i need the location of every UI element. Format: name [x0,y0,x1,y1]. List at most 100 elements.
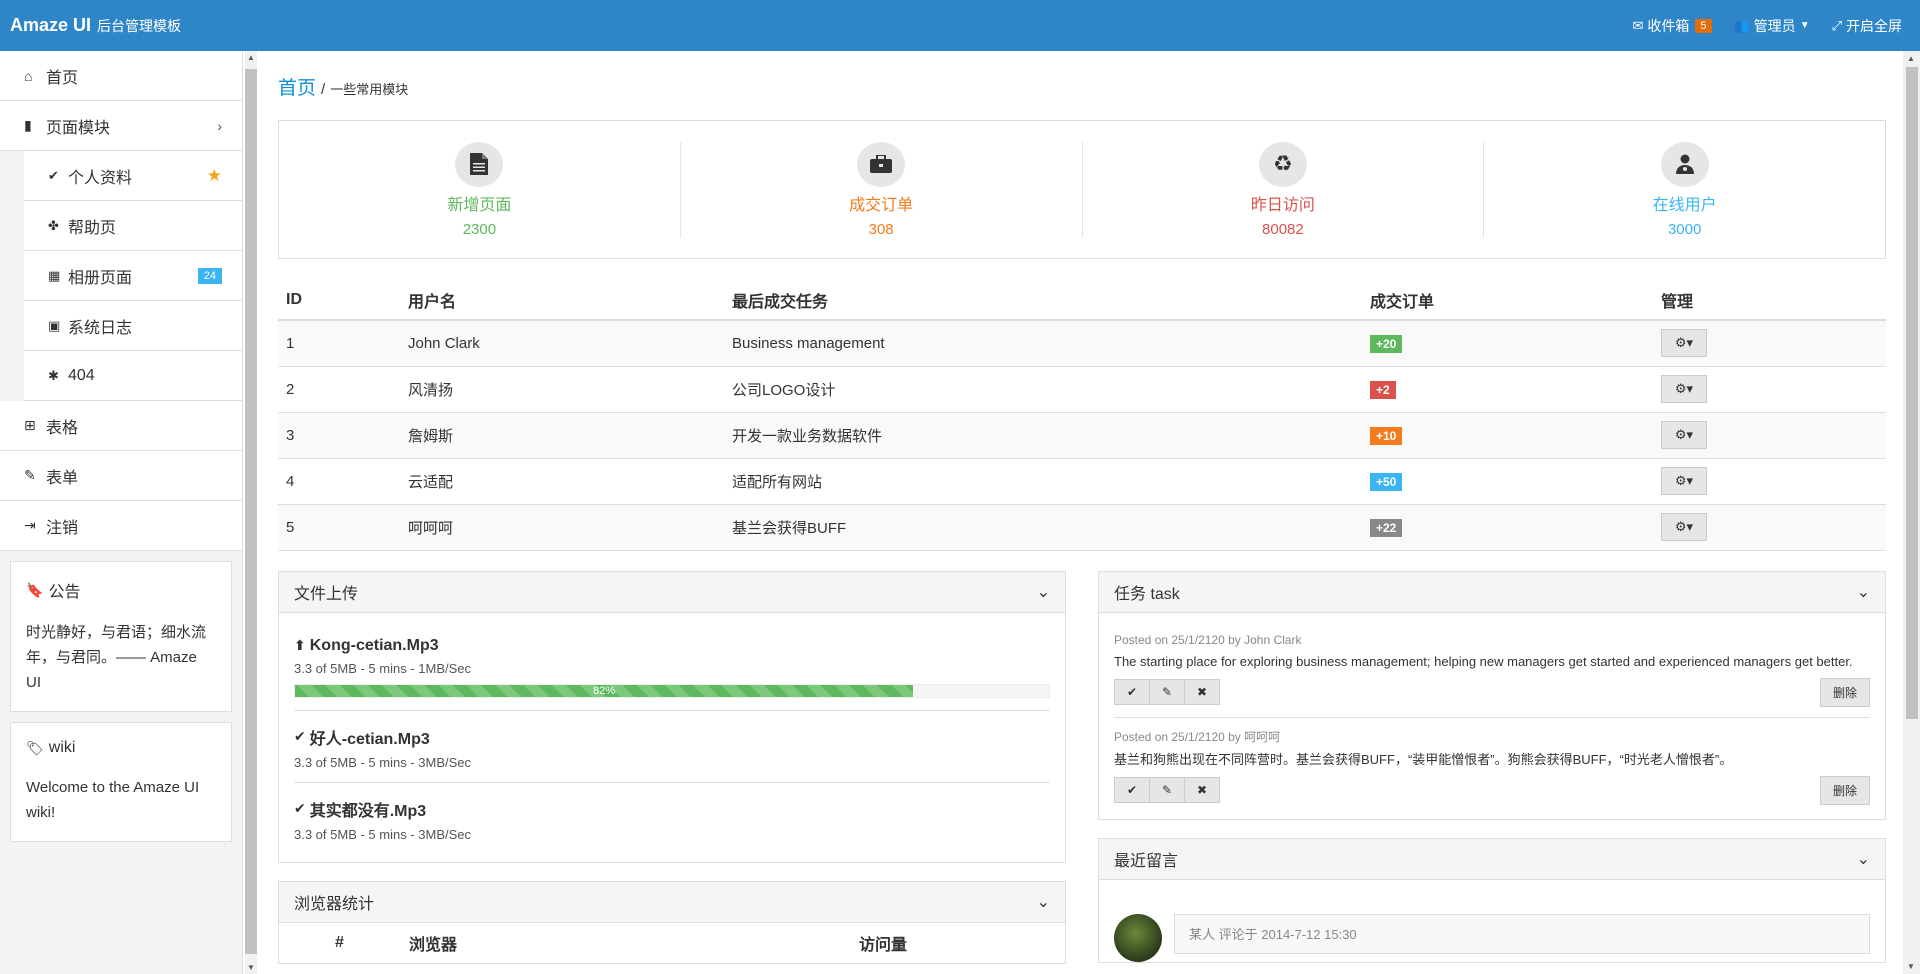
manage-dropdown-button[interactable]: ⚙▾ [1661,421,1707,449]
sidebar-scrollbar-thumb[interactable] [245,69,257,954]
pencil-icon: ✎ [1161,783,1173,797]
upload-panel-header[interactable]: 文件上传 ⌄ [279,571,1065,613]
comments-panel-header[interactable]: 最近留言 ⌄ [1099,838,1885,880]
comment-author[interactable]: 某人 [1189,924,1215,943]
main-scrollbar[interactable]: ▲ ▼ [1903,51,1920,974]
sidebar-item-label: 注销 [46,519,79,537]
calendar-icon: ▣ [48,317,61,333]
stat-value: 2300 [462,220,497,238]
task-close-button[interactable]: ✖ [1184,679,1220,705]
admin-menu[interactable]: 👥 管理员 ▼ [1734,16,1810,36]
upload-icon: ⬆ [294,637,306,653]
th-icon: ▦ [48,267,61,283]
task-meta-prefix: Posted on 25/1/2120 by [1114,632,1245,647]
main-scrollbar-thumb[interactable] [1906,67,1918,719]
cell-task: 基兰会获得BUFF [724,504,1362,551]
envelope-icon: ✉ [1632,17,1644,33]
upload-meta: 3.3 of 5MB - 5 mins - 1MB/Sec [294,660,472,676]
scroll-up-icon[interactable]: ▲ [247,53,255,62]
task-panel-header[interactable]: 任务 task ⌄ [1099,571,1885,613]
col-header-num: # [335,933,344,951]
chevron-down-icon[interactable]: ⌄ [1037,582,1050,602]
col-header-task: 最后成交任务 [724,281,1362,321]
sidebar-sub-item-profile[interactable]: ✔ 个人资料 ★ [24,151,242,201]
task-author[interactable]: John Clark [1244,633,1301,647]
task-delete-button[interactable]: 删除 [1819,677,1870,707]
breadcrumb-sep: / [321,81,326,98]
sidebar-item-table[interactable]: ⊞ 表格 [0,401,242,451]
chevron-down-icon[interactable]: ⌄ [1857,849,1870,869]
task-edit-button[interactable]: ✎ [1149,777,1185,803]
manage-dropdown-button[interactable]: ⚙▾ [1661,467,1707,495]
sidebar: ⌂ 首页 ▮ 页面模块 › ✔ 个人资料 ★ ✤ 帮助页 ▦ 相册页面 24 ▣… [0,51,243,974]
manage-dropdown-button[interactable]: ⚙▾ [1661,329,1707,358]
sidebar-sub-item-help[interactable]: ✤ 帮助页 [24,201,242,251]
brand-title: Amaze UI [10,15,92,35]
cell-task: 开发一款业务数据软件 [724,412,1362,459]
task-complete-button[interactable]: ✔ [1114,777,1150,803]
scroll-up-icon[interactable]: ▲ [1907,54,1915,63]
avatar[interactable] [1114,913,1162,962]
inbox-badge: 5 [1695,18,1712,33]
upload-filename: 其实都没有.Mp3 [309,802,427,820]
sidebar-item-pages[interactable]: ▮ 页面模块 › [0,101,242,151]
task-panel: 任务 task ⌄ Posted on 25/1/2120 by John Cl… [1098,570,1886,820]
puzzle-icon: ✤ [48,217,59,233]
cell-id: 5 [278,504,400,551]
sidebar-item-label: 表格 [46,419,79,437]
manage-dropdown-button[interactable]: ⚙▾ [1661,513,1707,541]
upload-filename: 好人-cetian.Mp3 [309,730,430,748]
inbox-link[interactable]: ✉ 收件箱 5 [1632,16,1712,36]
top-header: Amaze UI 后台管理模板 ✉ 收件箱 5 👥 管理员 ▼ ⤢ 开启全屏 [0,0,1920,51]
sidebar-sub-item-404[interactable]: ✱ 404 [24,351,242,401]
task-edit-button[interactable]: ✎ [1149,679,1185,705]
breadcrumb-home[interactable]: 首页 [278,73,316,100]
browser-panel-header[interactable]: 浏览器统计 ⌄ [279,881,1065,923]
gear-icon: ⚙▾ [1674,381,1694,396]
check-icon: ✔ [294,728,306,744]
stat-orders[interactable]: 成交订单 308 [681,141,1083,238]
fullscreen-button[interactable]: ⤢ 开启全屏 [1832,16,1902,36]
sidebar-item-form[interactable]: ✎ 表单 [0,451,242,501]
sidebar-item-logout[interactable]: ⇥ 注销 [0,501,242,551]
chevron-down-icon[interactable]: ⌄ [1037,892,1050,912]
upload-item: ⬆ Kong-cetian.Mp3 3.3 of 5MB - 5 mins - 1… [294,623,1050,711]
upload-item: ✔ 其实都没有.Mp3 3.3 of 5MB - 5 mins - 3MB/Sec [294,783,1050,854]
brand[interactable]: Amaze UI 后台管理模板 [0,15,181,36]
comments-panel-title: 最近留言 [1114,852,1179,870]
stat-online-users[interactable]: 在线用户 3000 [1484,141,1885,238]
sidebar-scrollbar[interactable]: ▲ ▼ [245,51,257,974]
col-header-id: ID [278,281,400,321]
chevron-down-icon[interactable]: ⌄ [1857,582,1870,602]
task-author[interactable]: 呵呵呵 [1244,730,1280,744]
check-icon: ✔ [48,167,59,183]
task-complete-button[interactable]: ✔ [1114,679,1150,705]
cell-task: 公司LOGO设计 [724,366,1362,413]
arrows-alt-icon: ⤢ [1831,17,1842,33]
sidebar-sub-item-log[interactable]: ▣ 系统日志 [24,301,242,351]
stat-visits[interactable]: ♻ 昨日访问 80082 [1083,141,1485,238]
scroll-down-icon[interactable]: ▼ [247,963,255,972]
cell-task: 适配所有网站 [724,458,1362,505]
sidebar-item-home[interactable]: ⌂ 首页 [0,51,242,101]
stat-new-pages[interactable]: 新增页面 2300 [279,141,681,238]
sidebar-sub-item-gallery[interactable]: ▦ 相册页面 24 [24,251,242,301]
upload-item: ✔ 好人-cetian.Mp3 3.3 of 5MB - 5 mins - 3MB… [294,711,1050,783]
orders-label: +22 [1370,518,1403,537]
scroll-down-icon[interactable]: ▼ [1907,962,1915,971]
manage-dropdown-button[interactable]: ⚙▾ [1661,375,1707,403]
bug-icon: ✱ [48,367,59,383]
task-close-button[interactable]: ✖ [1184,777,1220,803]
table-row: 2 风清扬 公司LOGO设计 +2 ⚙▾ [278,366,1886,413]
briefcase-icon [857,141,906,187]
orders-label: +10 [1370,426,1403,445]
sidebar-item-label: 个人资料 [68,169,133,187]
table-icon: ⊞ [24,417,36,433]
file-icon: ▮ [24,117,32,133]
tag-icon: 🏷 [26,739,44,756]
cell-id: 1 [278,320,400,367]
admin-label: 管理员 [1753,17,1796,34]
fullscreen-label: 开启全屏 [1846,17,1902,34]
task-text: The starting place for exploring busines… [1114,653,1853,669]
task-delete-button[interactable]: 删除 [1819,775,1870,805]
